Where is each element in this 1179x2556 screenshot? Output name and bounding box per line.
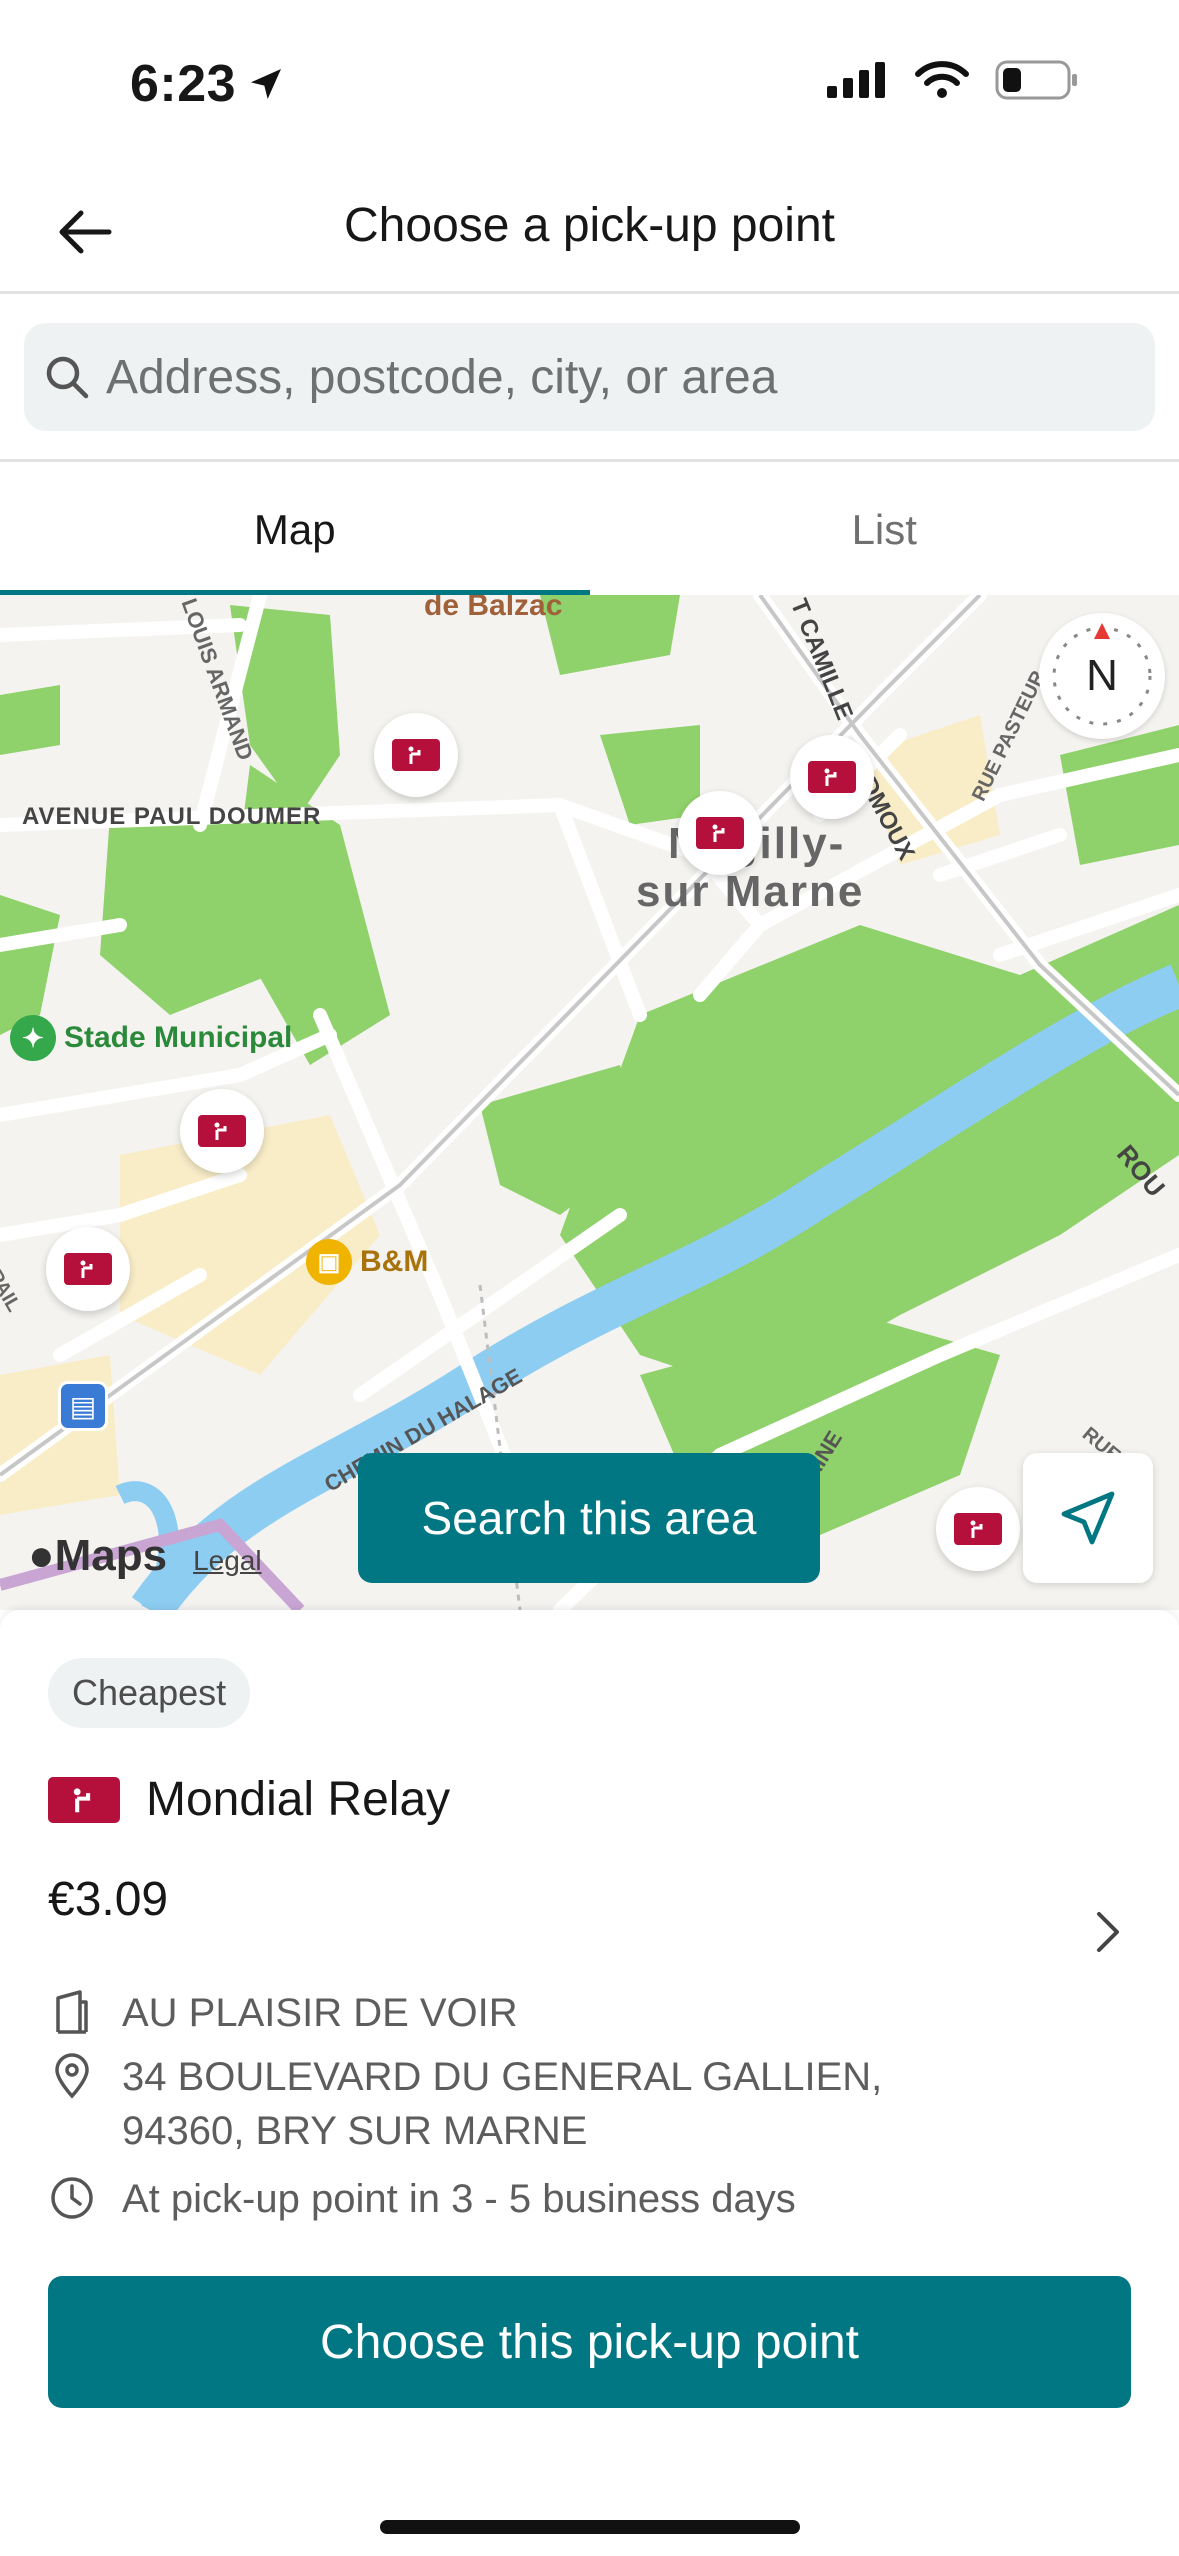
chevron-right-icon	[1097, 1912, 1119, 1952]
cheapest-badge: Cheapest	[48, 1658, 251, 1728]
pickup-point-pin[interactable]	[790, 735, 874, 819]
carrier-name: Mondial Relay	[146, 1773, 451, 1826]
locate-me-button[interactable]	[1023, 1453, 1153, 1583]
tab-map[interactable]: Map	[0, 465, 590, 595]
status-bar: 6:23	[0, 0, 1179, 170]
shopping-bag-icon: ▣	[306, 1239, 352, 1285]
location-arrow-icon	[251, 69, 282, 99]
view-tabs: Map List	[0, 465, 1179, 595]
map-label-avenue-paul-doumer: AVENUE PAUL DOUMER	[22, 803, 322, 830]
choose-pickup-point-button[interactable]: Choose this pick-up point	[48, 2276, 1131, 2408]
search-section	[0, 297, 1179, 462]
shipping-price: €3.09	[48, 1873, 169, 1926]
pickup-point-pin[interactable]	[678, 791, 762, 875]
pickup-point-pin[interactable]	[46, 1227, 130, 1311]
map-label-bm: ▣ B&M	[306, 1239, 428, 1285]
clock-icon	[48, 2174, 96, 2222]
map-view[interactable]: de Balzac LOUIS ARMAND T CAMILLE DMOUX R…	[0, 595, 1179, 1610]
address-line-2: 94360, BRY SUR MARNE	[122, 2109, 588, 2153]
search-input[interactable]	[106, 349, 1106, 405]
search-icon	[46, 356, 89, 399]
wifi-icon	[915, 61, 969, 98]
map-label-stade-text: Stade Municipal	[64, 1021, 293, 1054]
home-indicator[interactable]	[380, 2520, 800, 2534]
header: Choose a pick-up point	[0, 170, 1179, 294]
pickup-point-pin[interactable]	[936, 1487, 1020, 1571]
status-time: 6:23	[130, 54, 286, 114]
address: 34 BOULEVARD DU GENERAL GALLIEN, 94360, …	[122, 2050, 882, 2158]
mondial-relay-logo-icon	[48, 1776, 120, 1823]
map-label-town-line2: sur Marne	[636, 867, 865, 916]
map-label-balzac: de Balzac	[424, 595, 563, 622]
pickup-point-pin[interactable]	[374, 713, 458, 797]
page-title: Choose a pick-up point	[344, 199, 835, 252]
apple-logo-icon: ●	[28, 1531, 55, 1580]
mondial-relay-icon	[808, 761, 856, 793]
address-line-1: 34 BOULEVARD DU GENERAL GALLIEN,	[122, 2055, 883, 2099]
map-label-bm-text: B&M	[360, 1245, 429, 1278]
navigation-arrow-icon	[1061, 1491, 1115, 1545]
status-icons	[827, 60, 1079, 100]
mondial-relay-icon	[696, 817, 744, 849]
maps-attribution: ●Maps Legal	[28, 1531, 262, 1581]
building-icon	[48, 1988, 96, 2036]
mondial-relay-icon	[392, 739, 440, 771]
delivery-time-row: At pick-up point in 3 - 5 business days	[48, 2172, 796, 2226]
legal-link[interactable]: Legal	[193, 1545, 262, 1577]
mondial-relay-icon	[954, 1513, 1002, 1545]
details-chevron-button[interactable]	[1093, 1910, 1123, 1959]
carrier-row: Mondial Relay	[48, 1772, 450, 1827]
cellular-signal-icon	[827, 62, 885, 98]
delivery-estimate: At pick-up point in 3 - 5 business days	[122, 2177, 796, 2221]
maps-logo-text: Maps	[54, 1531, 168, 1580]
pickup-point-pin[interactable]	[180, 1089, 264, 1173]
address-row: 34 BOULEVARD DU GENERAL GALLIEN, 94360, …	[48, 2050, 882, 2158]
location-name-row: AU PLAISIR DE VOIR	[48, 1986, 518, 2040]
pickup-point-details: Cheapest Mondial Relay €3.09 AU PLAISIR …	[0, 1610, 1179, 2556]
status-time-text: 6:23	[130, 55, 237, 113]
compass-north-label: N	[1086, 651, 1118, 700]
search-bar[interactable]	[24, 323, 1155, 431]
mondial-relay-icon	[198, 1115, 246, 1147]
train-station-icon[interactable]: ▤	[58, 1381, 108, 1431]
map-pin-icon	[48, 2052, 96, 2100]
mondial-relay-icon	[64, 1253, 112, 1285]
compass-button[interactable]: N	[1039, 613, 1165, 739]
map-label-stade: ✦ Stade Municipal	[10, 1015, 292, 1061]
sport-icon: ✦	[10, 1015, 56, 1061]
location-name: AU PLAISIR DE VOIR	[122, 1991, 518, 2035]
maps-logo: ●Maps	[28, 1531, 167, 1581]
battery-icon	[995, 60, 1077, 100]
search-this-area-button[interactable]: Search this area	[358, 1453, 820, 1583]
tab-list[interactable]: List	[590, 465, 1179, 595]
